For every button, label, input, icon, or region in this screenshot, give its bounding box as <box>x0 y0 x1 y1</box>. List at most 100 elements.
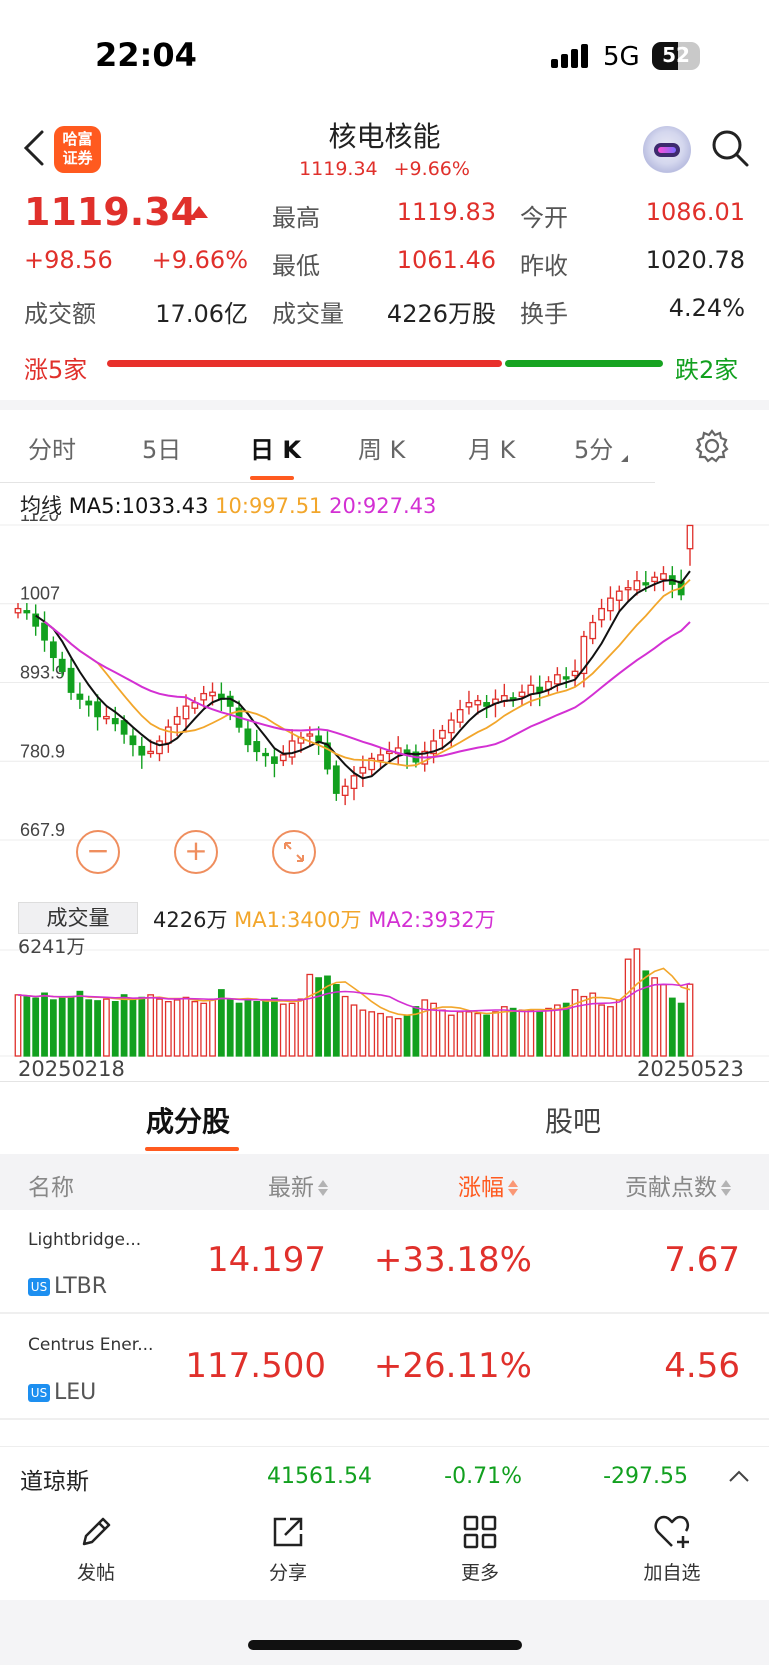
y-axis-labels: 1120 1007 893.9 780.9 667.9 <box>20 515 65 840</box>
candle-body <box>103 715 110 720</box>
volume-bar <box>483 1014 491 1057</box>
chart-bottom-divider <box>0 1081 769 1082</box>
turnover-value: 17.06亿 <box>155 300 248 328</box>
y-tick-label: 893.9 <box>20 663 65 683</box>
volume-value: 4226万股 <box>386 300 496 328</box>
high-label: 最高 <box>272 204 320 232</box>
volume-bar <box>430 1002 437 1057</box>
candle-body <box>439 729 446 739</box>
candle-body <box>85 700 93 706</box>
candle-body <box>58 658 66 672</box>
volume-bar <box>262 999 269 1057</box>
current-price: 1119.34 <box>24 190 198 234</box>
prev-close-label: 昨收 <box>520 252 568 280</box>
candle-body <box>41 622 48 641</box>
candle-body <box>129 735 137 746</box>
volume-bar <box>359 1009 367 1057</box>
candle-body <box>14 607 22 614</box>
candle-body <box>660 573 667 580</box>
tab-daily-k[interactable]: 日 K <box>250 430 301 465</box>
volume-bar <box>49 999 57 1057</box>
ticker-value: 41561.54 <box>267 1464 372 1489</box>
ai-assistant-icon[interactable] <box>643 126 691 174</box>
tab-weekly-k[interactable]: 周 K <box>358 430 405 465</box>
col-points[interactable]: 贡献点数 <box>625 1168 732 1202</box>
zoom-in-button[interactable]: + <box>174 830 218 874</box>
tab-monthly-k[interactable]: 月 K <box>468 430 515 465</box>
header-change-pct: +9.66% <box>393 158 470 180</box>
candle-body <box>447 719 455 734</box>
ticker-change-pct: -0.71% <box>444 1464 522 1489</box>
candle-body <box>642 582 650 586</box>
gear-icon[interactable] <box>694 428 730 464</box>
nav-post[interactable]: 发帖 <box>48 1512 144 1585</box>
candle-body <box>111 718 119 725</box>
volume-bar <box>439 1009 446 1057</box>
volume-bar <box>85 999 93 1057</box>
volume-bar <box>571 989 579 1057</box>
candle-body <box>76 693 84 700</box>
volume-bar <box>244 1000 252 1057</box>
volume-bar <box>147 994 155 1057</box>
stock-code: LEU <box>54 1380 97 1405</box>
volume-bar <box>209 998 216 1057</box>
prev-close-value: 1020.78 <box>645 246 745 274</box>
volume-bar <box>474 1012 482 1057</box>
candle-body <box>474 699 482 706</box>
zoom-out-button[interactable]: − <box>76 830 120 874</box>
search-icon[interactable] <box>710 128 750 168</box>
chevron-up-icon[interactable] <box>727 1468 751 1488</box>
stock-points: 7.67 <box>664 1240 740 1280</box>
candle-body <box>651 576 659 583</box>
volume-bar <box>677 1002 685 1057</box>
volume-bar <box>589 992 597 1057</box>
candle-body <box>589 621 597 640</box>
col-change-label: 涨幅 <box>458 1175 504 1201</box>
sort-icon <box>317 1179 329 1197</box>
tab-5min[interactable]: 5分 <box>574 430 629 465</box>
col-points-label: 贡献点数 <box>625 1175 717 1201</box>
candle-body <box>607 597 614 612</box>
volume-chart[interactable] <box>0 930 769 1060</box>
volume-bar <box>173 999 181 1057</box>
tab-constituents[interactable]: 成分股 <box>146 1100 230 1140</box>
stock-name: Lightbridge... <box>28 1230 142 1250</box>
turnover-rate-label: 换手 <box>520 300 568 328</box>
candle-body <box>624 587 632 591</box>
tab-intraday[interactable]: 分时 <box>28 430 76 465</box>
volume-bar <box>14 994 22 1057</box>
nav-share[interactable]: 分享 <box>240 1512 336 1585</box>
volume-bar <box>138 996 146 1057</box>
volume-bar <box>633 948 641 1057</box>
tab-5day[interactable]: 5日 <box>142 430 181 465</box>
nav-watchlist[interactable]: 加自选 <box>624 1512 720 1585</box>
share-icon <box>273 1517 303 1547</box>
turnover-rate-value: 4.24% <box>668 294 745 322</box>
volume-bar <box>94 1000 101 1057</box>
candle-body <box>200 692 208 701</box>
col-latest[interactable]: 最新 <box>268 1168 329 1202</box>
us-market-badge: US <box>28 1384 50 1402</box>
col-name: 名称 <box>28 1175 74 1201</box>
volume-bar <box>615 999 623 1057</box>
col-change[interactable]: 涨幅 <box>458 1168 519 1202</box>
signal-icon <box>551 44 591 68</box>
volume-bar <box>536 1011 544 1057</box>
candle-body <box>67 667 75 693</box>
nav-post-label: 发帖 <box>76 1562 115 1584</box>
expand-button[interactable] <box>272 830 316 874</box>
volume-bar <box>642 970 650 1057</box>
candle-body <box>182 705 190 720</box>
candle-body <box>633 580 641 591</box>
tab-forum[interactable]: 股吧 <box>545 1100 601 1140</box>
volume-bar <box>41 992 48 1057</box>
subtab-indicator <box>145 1147 239 1151</box>
nav-more[interactable]: 更多 <box>432 1512 528 1585</box>
volume-bar <box>660 984 667 1057</box>
stock-price: 117.500 <box>185 1346 326 1386</box>
ticker-name: 道琼斯 <box>20 1469 89 1495</box>
nav-watchlist-label: 加自选 <box>643 1562 701 1584</box>
stock-code-line: US LEU <box>28 1380 96 1405</box>
candle-body <box>598 607 605 621</box>
breadth-up-bar <box>107 360 502 367</box>
